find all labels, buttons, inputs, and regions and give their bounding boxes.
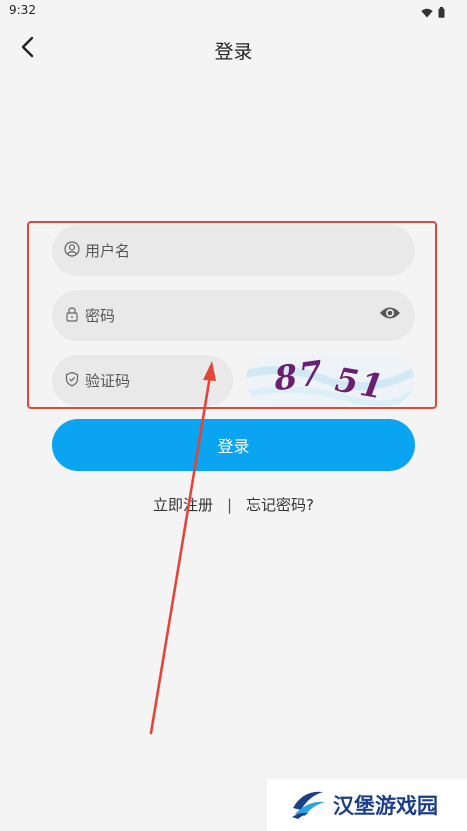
password-input[interactable]: 密码 — [52, 290, 415, 341]
captcha-image[interactable]: 8751 — [246, 354, 414, 406]
captcha-digits-1: 87 — [272, 354, 326, 399]
battery-icon — [438, 3, 445, 22]
captcha-text: 8751 — [272, 354, 391, 406]
login-button[interactable]: 登录 — [52, 419, 415, 471]
watermark-text: 汉堡游戏园 — [333, 793, 438, 818]
captcha-input[interactable]: 验证码 — [52, 355, 233, 406]
captcha-placeholder: 验证码 — [85, 372, 131, 390]
user-icon — [64, 240, 80, 261]
watermark: 汉堡游戏园 — [267, 779, 467, 831]
username-placeholder: 用户名 — [85, 242, 131, 260]
status-time: 9:32 — [9, 3, 36, 17]
lock-icon — [64, 306, 80, 326]
page-title: 登录 — [214, 41, 253, 63]
wifi-icon — [421, 3, 433, 22]
watermark-logo-icon — [289, 786, 327, 824]
app-bar: 登录 — [0, 24, 467, 76]
forgot-password-link[interactable]: 忘记密码? — [246, 494, 314, 515]
status-icons — [421, 3, 445, 22]
username-input[interactable]: 用户名 — [52, 225, 415, 276]
register-link[interactable]: 立即注册 — [153, 494, 213, 515]
password-placeholder: 密码 — [85, 307, 116, 325]
shield-icon — [64, 371, 80, 391]
link-separator: | — [226, 496, 233, 514]
eye-icon[interactable] — [379, 305, 401, 325]
status-bar: 9:32 — [0, 0, 467, 20]
annotation-arrow — [149, 361, 216, 735]
auth-links: 立即注册 | 忘记密码? — [0, 494, 467, 515]
